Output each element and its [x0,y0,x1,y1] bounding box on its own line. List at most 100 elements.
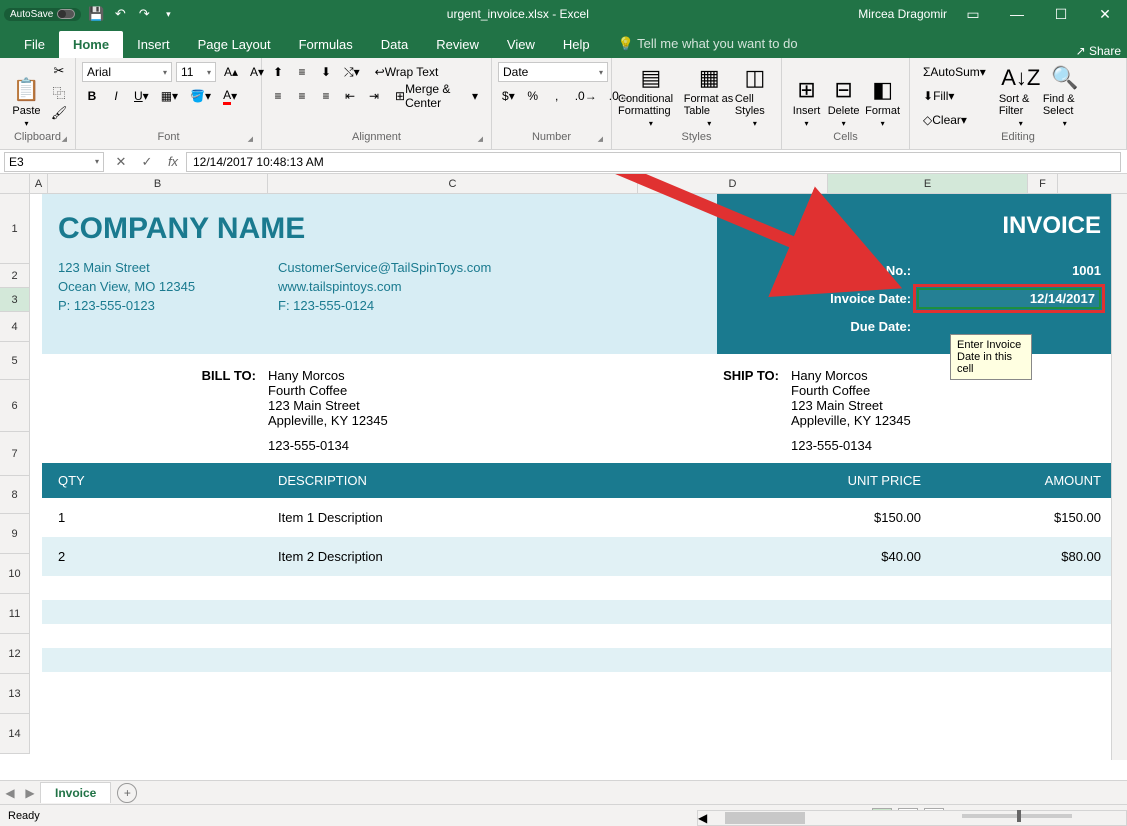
align-top-icon[interactable]: ⬆ [268,62,288,82]
col-header-D[interactable]: D [638,174,828,193]
row-header-4[interactable]: 4 [0,312,30,342]
row-header-11[interactable]: 11 [0,594,30,634]
delete-cells-button[interactable]: ⊟Delete▾ [825,62,862,128]
underline-button[interactable]: U▾ [130,86,153,106]
tab-view[interactable]: View [493,31,549,58]
merge-center-button[interactable]: ⊞ Merge & Center▾ [388,86,485,106]
worksheet-grid[interactable]: ABCDEF 1234567891011121314 COMPANY NAME … [0,174,1127,780]
sort-filter-button[interactable]: A↓ZSort & Filter▾ [999,62,1043,128]
enter-icon[interactable]: ✓ [134,152,160,172]
col-header-E[interactable]: E [828,174,1028,193]
row-header-1[interactable]: 1 [0,194,30,264]
select-all-corner[interactable] [0,174,30,193]
undo-icon[interactable]: ↶ [111,5,129,23]
row-header-8[interactable]: 8 [0,476,30,514]
italic-button[interactable]: I [106,86,126,106]
clear-button[interactable]: ◇ Clear▾ [916,110,974,130]
table-row[interactable] [42,648,1117,672]
fx-icon[interactable]: fx [160,152,186,172]
maximize-icon[interactable]: ☐ [1043,0,1079,28]
share-button[interactable]: ↗ Share [1076,44,1121,58]
row-header-7[interactable]: 7 [0,432,30,476]
row-header-13[interactable]: 13 [0,674,30,714]
tab-insert[interactable]: Insert [123,31,184,58]
align-middle-icon[interactable]: ≡ [292,62,312,82]
column-headers[interactable]: ABCDEF [0,174,1127,194]
tab-data[interactable]: Data [367,31,422,58]
cut-icon[interactable]: ✂ [49,62,69,80]
vertical-scrollbar[interactable] [1111,194,1127,760]
table-row[interactable]: 1Item 1 Description$150.00$150.00 [42,498,1117,537]
increase-indent-icon[interactable]: ⇥ [364,86,384,106]
close-icon[interactable]: ✕ [1087,0,1123,28]
add-sheet-button[interactable]: + [117,783,137,803]
cancel-icon[interactable]: ✕ [108,152,134,172]
currency-icon[interactable]: $▾ [498,86,519,106]
align-left-icon[interactable]: ≡ [268,86,288,106]
table-row[interactable] [42,624,1117,648]
row-header-12[interactable]: 12 [0,634,30,674]
sheet-nav-next[interactable]: ▶ [20,786,40,800]
tab-review[interactable]: Review [422,31,493,58]
formula-input[interactable]: 12/14/2017 10:48:13 AM [186,152,1121,172]
wrap-text-button[interactable]: ↩ Wrap Text [368,62,446,82]
orientation-icon[interactable]: ⤭▾ [340,62,364,82]
tell-me[interactable]: 💡 Tell me what you want to do [604,30,812,58]
minimize-icon[interactable]: — [999,0,1035,28]
row-header-3[interactable]: 3 [0,288,30,312]
format-painter-icon[interactable]: 🖌 [49,104,69,122]
user-name[interactable]: Mircea Dragomir [858,7,947,21]
fill-color-button[interactable]: 🪣▾ [186,86,215,106]
horizontal-scrollbar[interactable]: ◀ [697,810,1127,826]
font-color-button[interactable]: A▾ [219,86,241,106]
percent-icon[interactable]: % [523,86,543,106]
autosum-button[interactable]: Σ AutoSum▾ [916,62,993,82]
autosave-toggle[interactable]: AutoSave [4,8,81,21]
tab-home[interactable]: Home [59,31,123,58]
row-header-10[interactable]: 10 [0,554,30,594]
table-row[interactable] [42,576,1117,600]
row-header-9[interactable]: 9 [0,514,30,554]
align-right-icon[interactable]: ≡ [316,86,336,106]
sheet-nav-prev[interactable]: ◀ [0,786,20,800]
increase-decimal-icon[interactable]: .0→ [571,86,601,106]
tab-file[interactable]: File [10,31,59,58]
find-select-button[interactable]: 🔍Find & Select▾ [1043,62,1087,128]
col-header-C[interactable]: C [268,174,638,193]
table-row[interactable] [42,600,1117,624]
col-header-B[interactable]: B [48,174,268,193]
row-header-2[interactable]: 2 [0,264,30,288]
redo-icon[interactable]: ↷ [135,5,153,23]
bold-button[interactable]: B [82,86,102,106]
tab-formulas[interactable]: Formulas [285,31,367,58]
save-icon[interactable]: 💾 [87,5,105,23]
paste-button[interactable]: 📋 Paste ▾ [6,62,47,128]
row-headers[interactable]: 1234567891011121314 [0,194,30,754]
font-name-combo[interactable]: Arial▾ [82,62,172,82]
copy-icon[interactable]: ⿻ [49,83,69,101]
align-center-icon[interactable]: ≡ [292,86,312,106]
align-bottom-icon[interactable]: ⬇ [316,62,336,82]
cell-styles-button[interactable]: ◫Cell Styles▾ [735,62,775,128]
qat-customize-icon[interactable]: ▾ [159,5,177,23]
selected-cell[interactable]: 12/14/2017 [917,288,1101,309]
row-header-5[interactable]: 5 [0,342,30,380]
increase-font-icon[interactable]: A▴ [220,62,242,82]
name-box[interactable]: E3▾ [4,152,104,172]
font-size-combo[interactable]: 11▾ [176,62,216,82]
format-as-table-button[interactable]: ▦Format as Table▾ [684,62,735,128]
row-header-6[interactable]: 6 [0,380,30,432]
tab-page-layout[interactable]: Page Layout [184,31,285,58]
decrease-indent-icon[interactable]: ⇤ [340,86,360,106]
zoom-slider[interactable] [962,814,1072,818]
col-header-F[interactable]: F [1028,174,1058,193]
ribbon-options-icon[interactable]: ▭ [955,0,991,28]
tab-help[interactable]: Help [549,31,604,58]
format-cells-button[interactable]: ◧Format▾ [862,62,903,128]
fill-button[interactable]: ⬇ Fill▾ [916,86,961,106]
comma-icon[interactable]: , [547,86,567,106]
conditional-formatting-button[interactable]: ▤Conditional Formatting▾ [618,62,684,128]
col-header-A[interactable]: A [30,174,48,193]
row-header-14[interactable]: 14 [0,714,30,754]
border-button[interactable]: ▦▾ [157,86,182,106]
